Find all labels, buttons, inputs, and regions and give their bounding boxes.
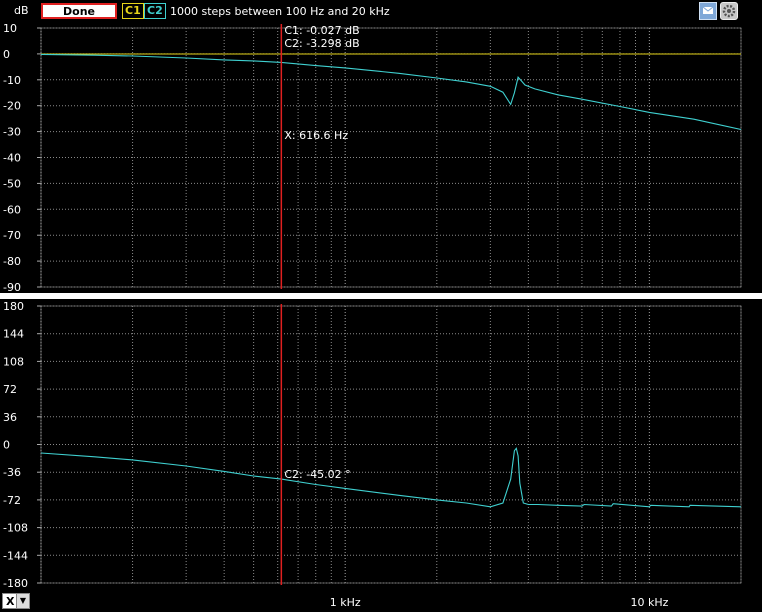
y-tick-label: -40 (3, 152, 21, 165)
y-tick-label: 180 (3, 300, 24, 313)
y-tick-label: -180 (3, 577, 28, 590)
x-tick-label: 10 kHz (630, 596, 668, 609)
y-tick-label: 72 (3, 383, 17, 396)
y-tick-label: 10 (3, 22, 17, 35)
cursor-readout-phase-c2: C2: -45.02 ° (284, 468, 350, 481)
y-tick-label: 108 (3, 355, 24, 368)
y-tick-label: -30 (3, 126, 21, 139)
chevron-down-icon: ▼ (16, 594, 29, 608)
y-tick-label: -72 (3, 494, 21, 507)
y-tick-label: -70 (3, 229, 21, 242)
y-tick-label: -108 (3, 522, 28, 535)
y-tick-label: -80 (3, 255, 21, 268)
x-axis-selector[interactable]: X ▼ (2, 593, 30, 609)
y-tick-label: -36 (3, 466, 21, 479)
cursor-readout-c1: C1: -0.027 dB (284, 24, 359, 37)
x-tick-label: 1 kHz (330, 596, 361, 609)
y-tick-label: -50 (3, 177, 21, 190)
cursor-readout-x: X: 616.6 Hz (284, 129, 348, 142)
y-axis-unit-label: dB (14, 4, 29, 17)
y-tick-label: -90 (3, 281, 21, 294)
y-tick-label: -60 (3, 203, 21, 216)
y-tick-label: -10 (3, 74, 21, 87)
cursor-readout-c2: C2: -3.298 dB (284, 37, 359, 50)
y-tick-label: -144 (3, 549, 28, 562)
y-tick-label: 0 (3, 439, 10, 452)
bode-plot: 10 0 -10 -20 -30 -40 -50 -60 -70 -80 -90 180 144 108 7… (3, 4, 742, 609)
y-tick-label: 0 (3, 48, 10, 61)
y-tick-label: 36 (3, 411, 17, 424)
y-tick-label: -20 (3, 100, 21, 113)
y-tick-label: 144 (3, 328, 24, 341)
